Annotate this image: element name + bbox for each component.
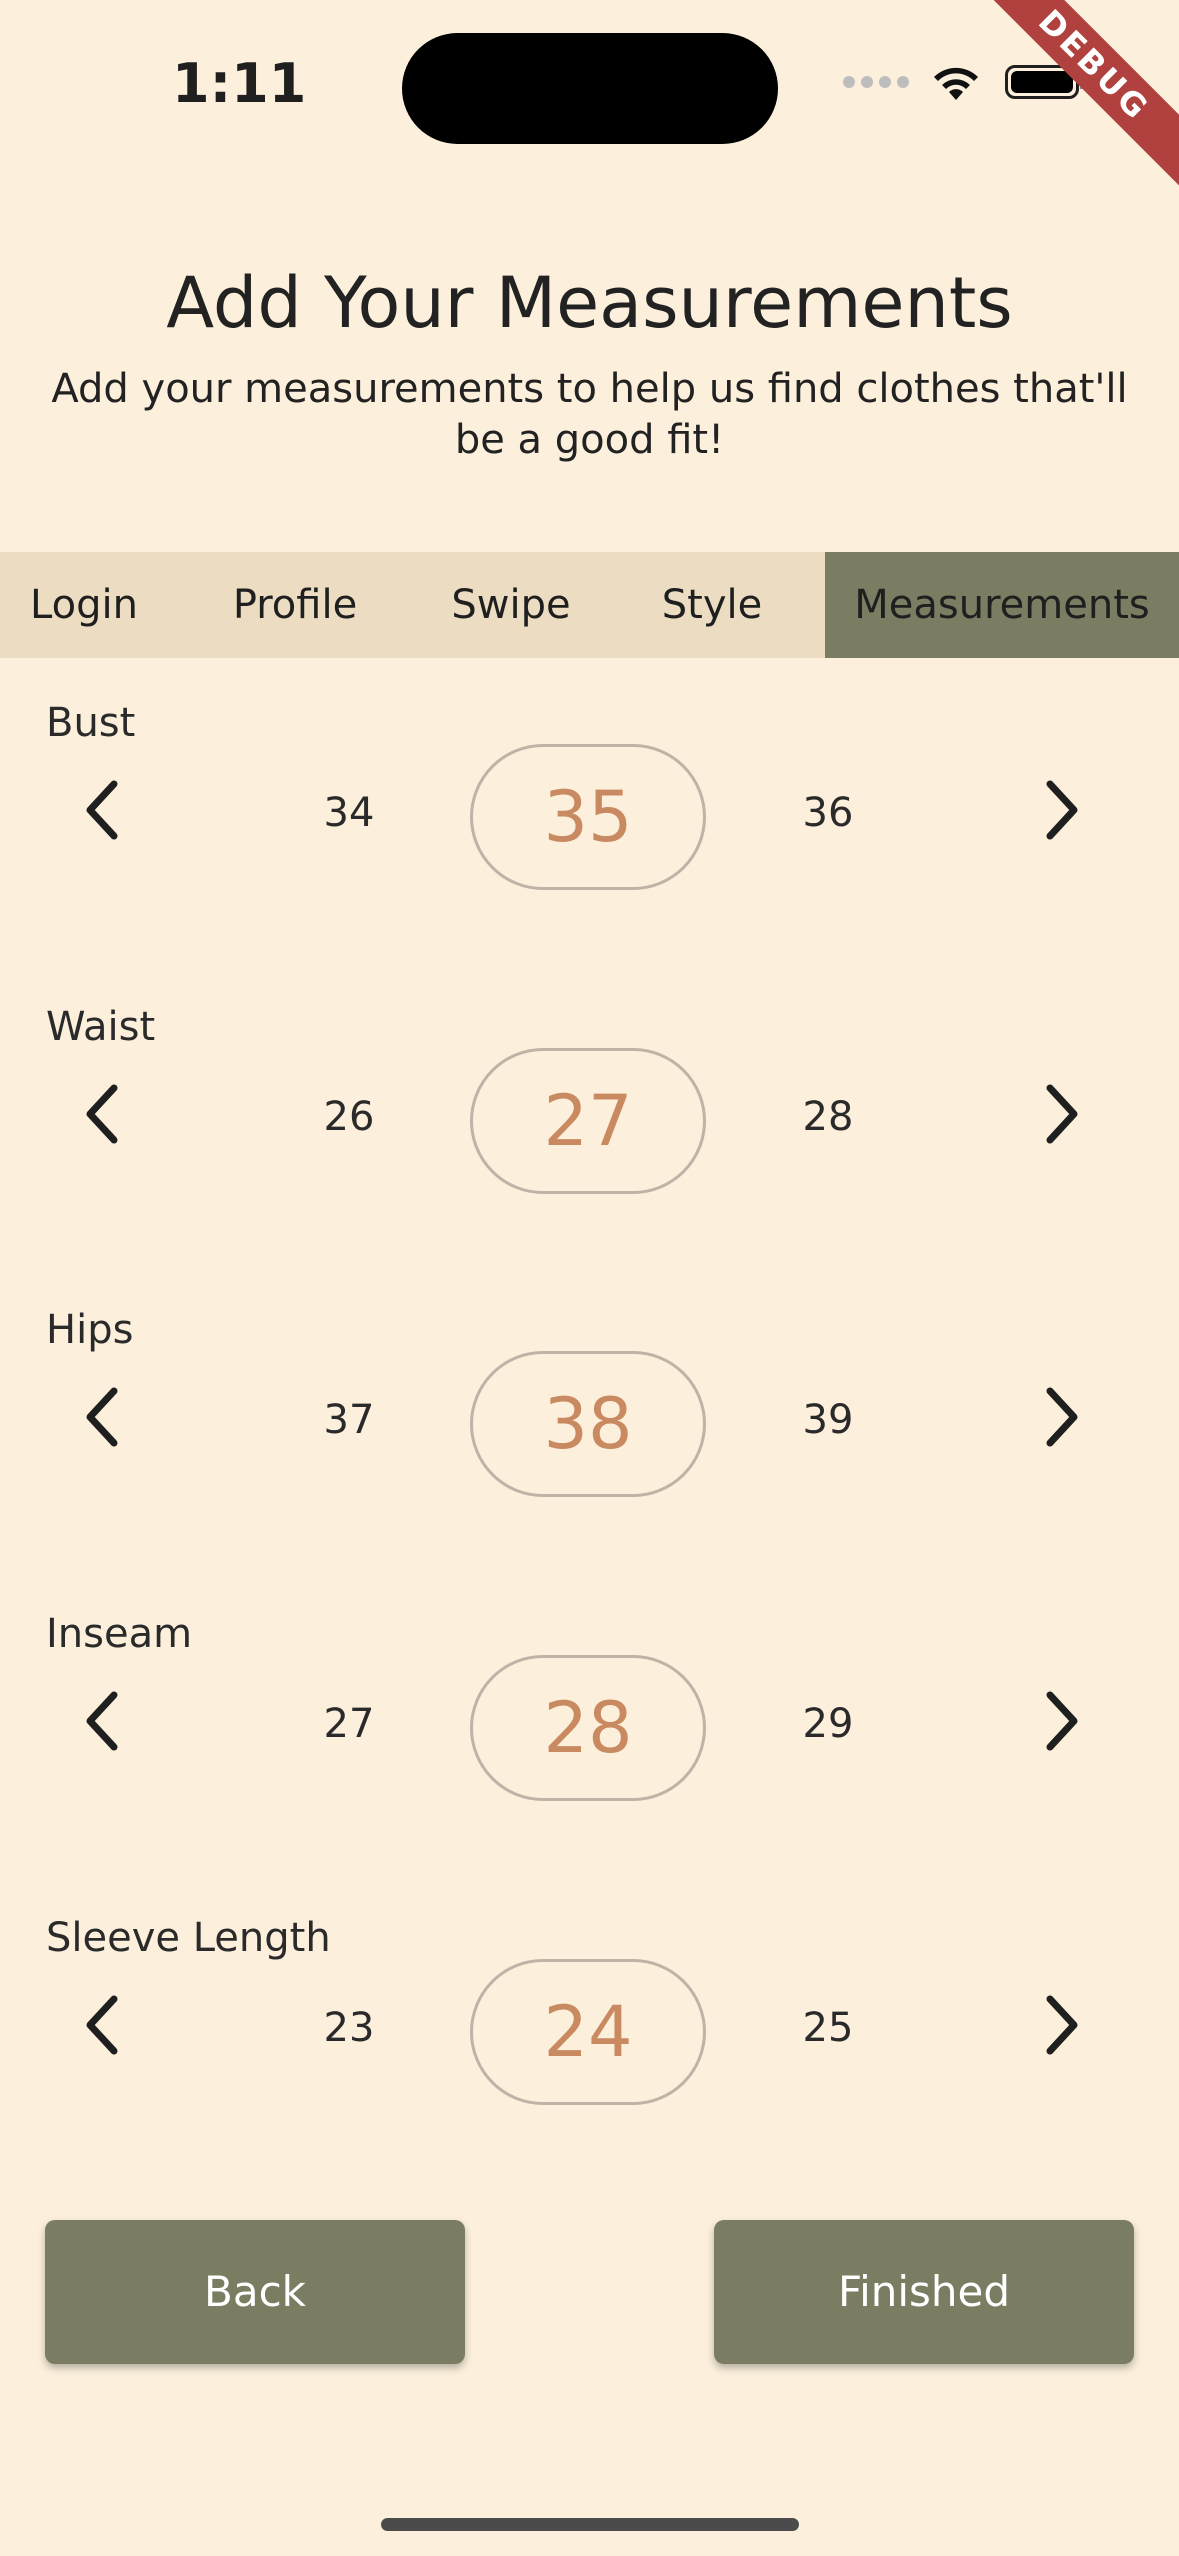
wifi-icon [934, 67, 978, 100]
selected-value: 27 [470, 1048, 706, 1194]
tab-bar: Login Profile Swipe Style Measurements [0, 552, 1179, 658]
measurement-label: Hips [46, 1307, 134, 1353]
chevron-right-icon[interactable] [1032, 1074, 1092, 1154]
previous-value[interactable]: 27 [289, 1701, 409, 1747]
debug-banner: DEBUG [949, 0, 1179, 210]
measurement-row-inseam: Inseam 27 28 29 [0, 1611, 1179, 1871]
next-value[interactable]: 29 [768, 1701, 888, 1747]
home-indicator[interactable] [381, 2518, 799, 2531]
back-button[interactable]: Back [45, 2220, 465, 2364]
measurement-label: Sleeve Length [46, 1915, 331, 1961]
chevron-right-icon[interactable] [1032, 770, 1092, 850]
previous-value[interactable]: 26 [289, 1094, 409, 1140]
chevron-right-icon[interactable] [1032, 1377, 1092, 1457]
dynamic-island [402, 33, 778, 144]
chevron-left-icon[interactable] [72, 1377, 132, 1457]
status-time: 1:11 [172, 52, 307, 115]
chevron-left-icon[interactable] [72, 1074, 132, 1154]
next-value[interactable]: 25 [768, 2005, 888, 2051]
cellular-signal-icon [843, 76, 909, 88]
tab-swipe[interactable]: Swipe [428, 552, 594, 658]
chevron-right-icon[interactable] [1032, 1985, 1092, 2065]
selected-value: 38 [470, 1351, 706, 1497]
measurement-label: Bust [46, 700, 136, 746]
measurement-row-sleeve-length: Sleeve Length 23 24 25 [0, 1915, 1179, 2175]
status-icons [843, 62, 1085, 102]
measurement-row-waist: Waist 26 27 28 [0, 1004, 1179, 1264]
previous-value[interactable]: 23 [289, 2005, 409, 2051]
measurement-row-hips: Hips 37 38 39 [0, 1307, 1179, 1567]
selected-value: 35 [470, 744, 706, 890]
measurement-row-bust: Bust 34 35 36 [0, 700, 1179, 960]
next-value[interactable]: 36 [768, 790, 888, 836]
tab-measurements[interactable]: Measurements [825, 552, 1179, 658]
chevron-left-icon[interactable] [72, 1681, 132, 1761]
selected-value: 24 [470, 1959, 706, 2105]
previous-value[interactable]: 34 [289, 790, 409, 836]
measurement-label: Inseam [46, 1611, 193, 1657]
chevron-left-icon[interactable] [72, 770, 132, 850]
page-subtitle: Add your measurements to help us find cl… [51, 366, 1128, 463]
chevron-right-icon[interactable] [1032, 1681, 1092, 1761]
page-title: Add Your Measurements [166, 262, 1013, 344]
next-value[interactable]: 39 [768, 1397, 888, 1443]
chevron-left-icon[interactable] [72, 1985, 132, 2065]
selected-value: 28 [470, 1655, 706, 1801]
tab-profile[interactable]: Profile [212, 552, 378, 658]
previous-value[interactable]: 37 [289, 1397, 409, 1443]
tab-login[interactable]: Login [0, 552, 168, 658]
tab-style[interactable]: Style [640, 552, 784, 658]
measurement-label: Waist [46, 1004, 156, 1050]
finished-button[interactable]: Finished [714, 2220, 1134, 2364]
next-value[interactable]: 28 [768, 1094, 888, 1140]
